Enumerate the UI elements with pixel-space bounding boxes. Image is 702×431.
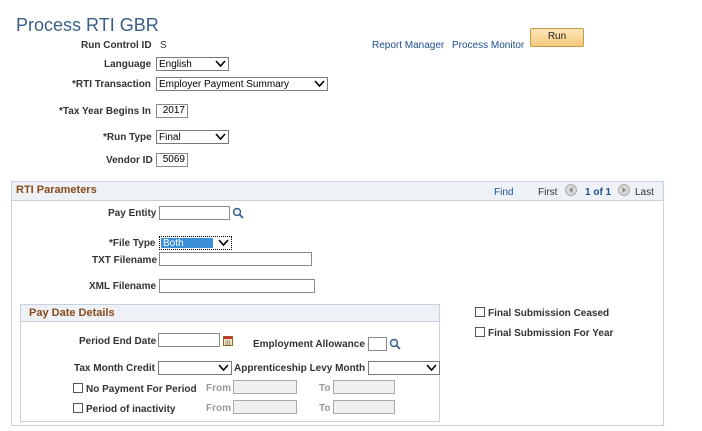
final-submission-for-year-label: Final Submission For Year	[488, 328, 614, 339]
period-inactivity-checkbox[interactable]	[73, 403, 83, 413]
rti-transaction-label: *RTI Transaction	[72, 79, 151, 90]
page-title: Process RTI GBR	[16, 15, 159, 35]
apprenticeship-levy-label: Apprenticeship Levy Month	[234, 363, 366, 374]
run-type-label: *Run Type	[103, 132, 152, 143]
language-select[interactable]: English	[156, 57, 229, 71]
language-value: English	[159, 59, 192, 70]
process-monitor-link[interactable]: Process Monitor	[452, 40, 524, 51]
employment-allowance-input[interactable]	[368, 337, 387, 351]
chevron-down-icon	[426, 364, 437, 372]
language-label: Language	[104, 59, 152, 70]
find-link[interactable]: Find	[494, 187, 513, 198]
inactivity-to-input	[333, 400, 395, 414]
report-manager-link[interactable]: Report Manager	[372, 40, 444, 51]
run-type-select[interactable]: Final	[156, 130, 229, 144]
no-payment-from-input	[233, 380, 297, 394]
run-type-value: Final	[159, 132, 181, 143]
chevron-down-icon	[215, 60, 226, 68]
pay-entity-input[interactable]	[159, 206, 230, 220]
period-end-date-input[interactable]	[158, 333, 220, 347]
pay-date-details-title: Pay Date Details	[29, 307, 115, 319]
inactivity-to-label: To	[319, 403, 331, 414]
calendar-icon[interactable]: 31	[223, 335, 233, 346]
file-type-value: Both	[161, 238, 213, 249]
rti-transaction-select[interactable]: Employer Payment Summary	[156, 77, 328, 91]
run-control-label: Run Control ID	[81, 40, 152, 51]
run-control-value: S	[160, 40, 167, 51]
file-type-label: *File Type	[109, 238, 156, 249]
chevron-down-icon	[218, 364, 229, 372]
svg-text:31: 31	[225, 341, 231, 347]
run-button[interactable]: Run	[530, 28, 584, 47]
file-type-select[interactable]: Both	[159, 236, 232, 250]
txt-filename-label: TXT Filename	[92, 255, 158, 266]
no-payment-to-label: To	[319, 383, 331, 394]
period-inactivity-label: Period of inactivity	[86, 404, 176, 415]
chevron-down-icon	[218, 239, 229, 247]
inactivity-from-label: From	[206, 403, 231, 414]
vendor-id-label: Vendor ID	[106, 155, 153, 166]
tax-month-credit-label: Tax Month Credit	[74, 363, 155, 374]
txt-filename-input[interactable]	[159, 252, 312, 266]
last-label: Last	[635, 187, 654, 198]
chevron-down-icon	[215, 133, 226, 141]
no-payment-to-input	[333, 380, 395, 394]
previous-icon[interactable]	[565, 184, 577, 196]
tax-month-credit-select[interactable]	[158, 361, 232, 375]
search-icon[interactable]	[232, 207, 244, 219]
xml-filename-input[interactable]	[159, 279, 315, 293]
rti-transaction-value: Employer Payment Summary	[159, 79, 290, 90]
xml-filename-label: XML Filename	[89, 281, 157, 292]
no-payment-label: No Payment For Period	[86, 384, 197, 395]
search-icon[interactable]	[389, 338, 401, 350]
no-payment-from-label: From	[206, 383, 231, 394]
period-end-date-label: Period End Date	[79, 336, 157, 347]
pay-entity-label: Pay Entity	[108, 208, 157, 219]
pay-date-details-header: Pay Date Details	[20, 304, 440, 322]
first-label: First	[538, 187, 558, 198]
page-count: 1 of 1	[585, 187, 612, 198]
chevron-down-icon	[314, 80, 325, 88]
no-payment-checkbox[interactable]	[73, 383, 83, 393]
rti-parameters-title: RTI Parameters	[16, 184, 97, 196]
final-submission-ceased-label: Final Submission Ceased	[488, 308, 610, 319]
apprenticeship-levy-select[interactable]	[368, 361, 440, 375]
inactivity-from-input	[233, 400, 297, 414]
tax-year-label: *Tax Year Begins In	[59, 106, 151, 117]
final-submission-ceased-checkbox[interactable]	[475, 307, 485, 317]
vendor-id-input[interactable]: 5069	[156, 153, 188, 167]
tax-year-input[interactable]: 2017	[156, 104, 188, 118]
final-submission-for-year-checkbox[interactable]	[475, 327, 485, 337]
next-icon[interactable]	[618, 184, 630, 196]
employment-allowance-label: Employment Allowance	[253, 339, 365, 350]
